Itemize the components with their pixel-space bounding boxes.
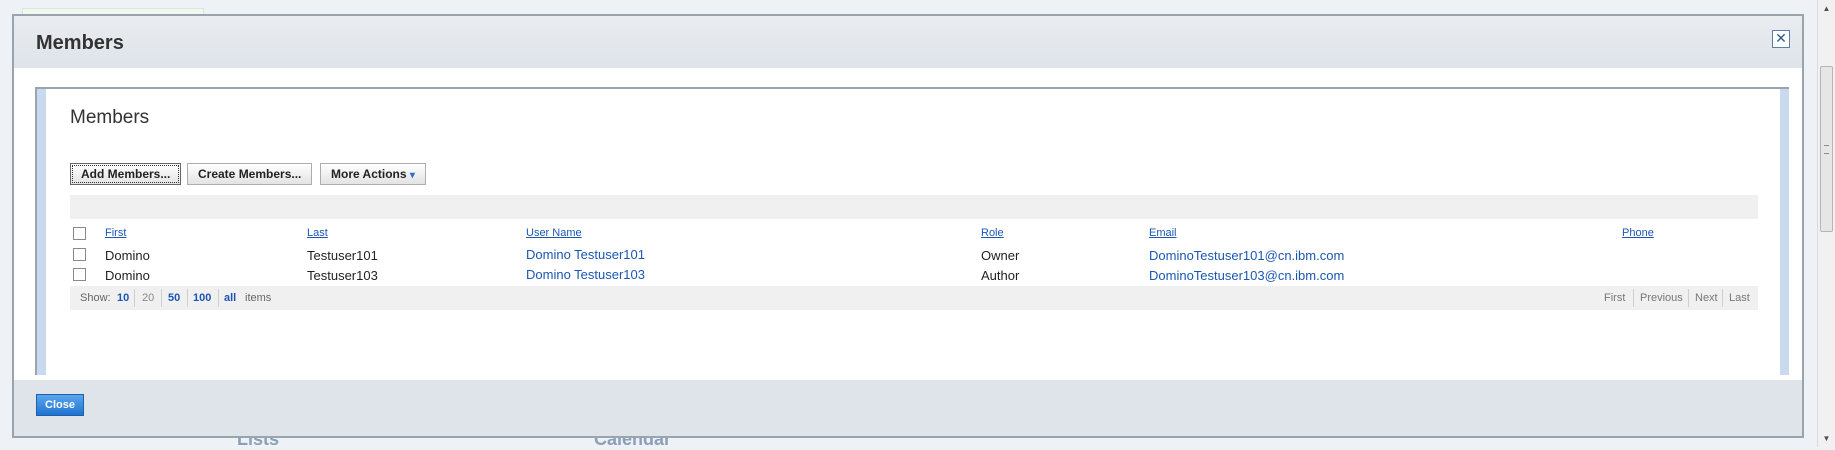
pager-divider bbox=[1722, 289, 1723, 307]
page-size-50[interactable]: 50 bbox=[168, 292, 180, 304]
cell-role: Owner bbox=[981, 248, 1020, 263]
cell-email-link[interactable]: DominoTestuser103@cn.ibm.com bbox=[1149, 268, 1344, 283]
scroll-up-icon[interactable]: ▲ bbox=[1818, 0, 1835, 17]
add-members-button[interactable]: Add Members... bbox=[70, 163, 182, 185]
pager-divider bbox=[134, 289, 135, 307]
page-scrollbar[interactable]: ▲ ▼ bbox=[1817, 0, 1835, 447]
close-icon[interactable]: ✕ bbox=[1772, 30, 1790, 48]
column-header-email[interactable]: Email bbox=[1149, 227, 1177, 239]
column-header-user-name[interactable]: User Name bbox=[526, 227, 582, 239]
pager-show-label: Show: bbox=[80, 292, 111, 304]
cell-user-name-link[interactable]: Domino Testuser101 bbox=[526, 247, 645, 262]
row-checkbox[interactable] bbox=[73, 268, 86, 281]
column-header-first[interactable]: First bbox=[105, 227, 126, 239]
table-toolbar-bar bbox=[70, 195, 1758, 219]
members-dialog: Members ✕ Members Add Members... Create … bbox=[12, 14, 1804, 438]
more-actions-label: More Actions bbox=[331, 167, 407, 181]
pagination-bar: Show: 10 20 50 100 all items First Previ… bbox=[70, 286, 1758, 310]
scroll-grip-icon bbox=[1824, 145, 1829, 154]
more-actions-button[interactable]: More Actions ▾ bbox=[320, 163, 426, 185]
page-size-all[interactable]: all bbox=[224, 292, 236, 304]
column-header-role[interactable]: Role bbox=[981, 227, 1004, 239]
pager-divider bbox=[1688, 289, 1689, 307]
members-panel: Members Add Members... Create Members...… bbox=[35, 87, 1789, 375]
pager-items-label: items bbox=[245, 292, 272, 304]
cell-first: Domino bbox=[105, 268, 150, 283]
page-size-10[interactable]: 10 bbox=[117, 292, 129, 304]
pager-divider bbox=[187, 289, 188, 307]
pager-divider bbox=[218, 289, 219, 307]
pager-divider bbox=[161, 289, 162, 307]
panel-title: Members bbox=[70, 107, 150, 128]
pager-previous[interactable]: Previous bbox=[1640, 292, 1683, 304]
scroll-down-icon[interactable]: ▼ bbox=[1818, 430, 1835, 447]
close-button[interactable]: Close bbox=[36, 394, 84, 416]
frame-border-right bbox=[1780, 89, 1789, 375]
pager-divider bbox=[1633, 289, 1634, 307]
row-checkbox[interactable] bbox=[73, 248, 86, 261]
dialog-footer: Close bbox=[14, 380, 1802, 436]
dialog-header: Members ✕ bbox=[14, 16, 1802, 68]
cell-user-name-link[interactable]: Domino Testuser103 bbox=[526, 267, 645, 282]
column-header-phone[interactable]: Phone bbox=[1622, 227, 1654, 239]
pager-next[interactable]: Next bbox=[1695, 292, 1718, 304]
scroll-thumb[interactable] bbox=[1820, 66, 1833, 232]
cell-last: Testuser101 bbox=[307, 248, 378, 263]
column-header-last[interactable]: Last bbox=[307, 227, 328, 239]
pager-last[interactable]: Last bbox=[1729, 292, 1750, 304]
chevron-down-icon: ▾ bbox=[409, 170, 415, 181]
pager-first[interactable]: First bbox=[1604, 292, 1625, 304]
cell-role: Author bbox=[981, 268, 1020, 283]
frame-border-left bbox=[37, 89, 46, 375]
dialog-title: Members bbox=[36, 32, 124, 54]
cell-email-link[interactable]: DominoTestuser101@cn.ibm.com bbox=[1149, 248, 1344, 263]
page-size-20[interactable]: 20 bbox=[142, 292, 154, 304]
page-size-100[interactable]: 100 bbox=[193, 292, 211, 304]
create-members-button[interactable]: Create Members... bbox=[187, 163, 313, 185]
select-all-checkbox[interactable] bbox=[73, 227, 86, 240]
cell-last: Testuser103 bbox=[307, 268, 378, 283]
cell-first: Domino bbox=[105, 248, 150, 263]
